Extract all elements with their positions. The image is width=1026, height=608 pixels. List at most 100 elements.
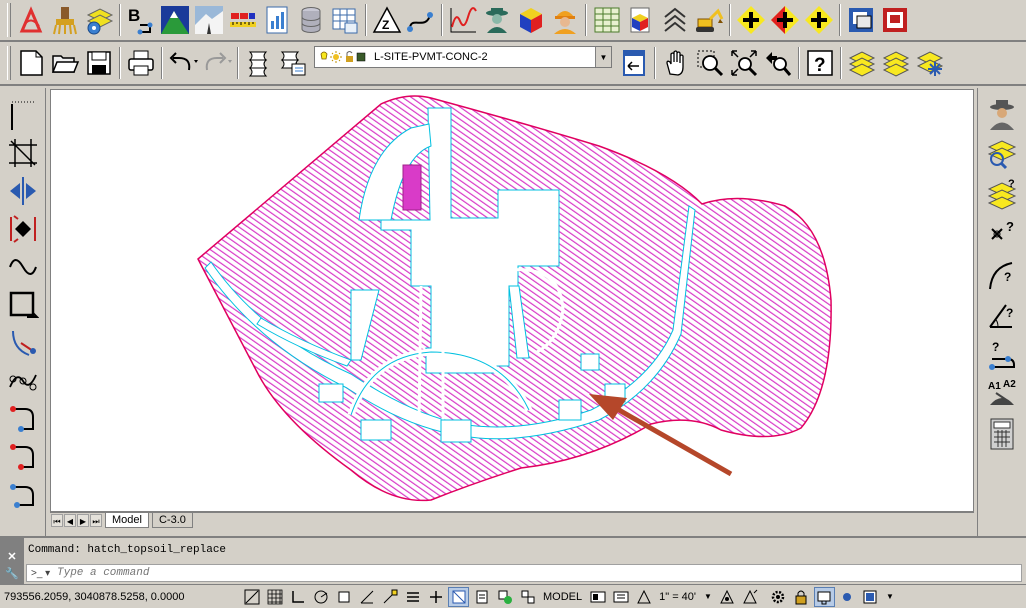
layer-yellow-2-icon[interactable] bbox=[880, 46, 912, 80]
model-space-canvas[interactable]: ◈ ◎ ✋ ✕ ✥ ▣ bbox=[50, 89, 974, 512]
grid-table-icon[interactable] bbox=[591, 3, 623, 37]
infer-constraints-icon[interactable] bbox=[241, 587, 262, 607]
database-icon[interactable] bbox=[295, 3, 327, 37]
pdf-icon[interactable] bbox=[15, 3, 47, 37]
layer-yellow-icon[interactable] bbox=[846, 46, 878, 80]
layer-snowflake-icon[interactable] bbox=[914, 46, 946, 80]
stack-arrow-icon[interactable] bbox=[659, 3, 691, 37]
model-space-toggle[interactable]: MODEL bbox=[543, 591, 582, 603]
selection-cycling-icon[interactable] bbox=[471, 587, 492, 607]
offset-icon[interactable] bbox=[5, 325, 41, 361]
worker-icon[interactable] bbox=[549, 3, 581, 37]
auto-scale-icon[interactable] bbox=[740, 587, 761, 607]
zoom-window-icon[interactable] bbox=[694, 46, 726, 80]
redo-icon[interactable] bbox=[201, 46, 233, 80]
profile-chart-icon[interactable] bbox=[447, 3, 479, 37]
layer-query-icon[interactable]: ? bbox=[984, 175, 1020, 213]
dynamic-input-icon[interactable] bbox=[425, 587, 446, 607]
wrench-icon[interactable]: 🔧 bbox=[0, 567, 24, 580]
add-yellow-2-icon[interactable] bbox=[803, 3, 835, 37]
ruler-icon[interactable] bbox=[227, 3, 259, 37]
polyline-query-icon[interactable]: ? bbox=[984, 335, 1020, 373]
calculator-icon[interactable] bbox=[984, 415, 1020, 453]
undo-icon[interactable] bbox=[167, 46, 199, 80]
close-icon[interactable]: ✕ bbox=[0, 550, 24, 563]
workspace-gear-icon[interactable] bbox=[768, 587, 789, 607]
stretch-icon[interactable] bbox=[5, 211, 41, 247]
line-icon[interactable] bbox=[5, 97, 41, 133]
terrain-icon[interactable] bbox=[159, 3, 191, 37]
arc-query-icon[interactable]: ? bbox=[984, 255, 1020, 293]
clean-screen-icon[interactable] bbox=[860, 587, 881, 607]
join-curve-icon[interactable] bbox=[5, 363, 41, 399]
excavator-icon[interactable] bbox=[693, 3, 725, 37]
object-snap-icon[interactable] bbox=[379, 587, 400, 607]
fillet-red-icon[interactable] bbox=[5, 439, 41, 475]
fillet-arc-icon[interactable] bbox=[5, 477, 41, 513]
annotation-scale-value[interactable]: 1" = 40' bbox=[659, 591, 696, 603]
layer-walk-icon[interactable] bbox=[984, 135, 1020, 173]
object-snap-tracking-icon[interactable] bbox=[356, 587, 377, 607]
new-file-icon[interactable] bbox=[15, 46, 47, 80]
road-icon[interactable] bbox=[193, 3, 225, 37]
quick-view-layouts-icon[interactable] bbox=[587, 587, 608, 607]
isodraft-icon[interactable] bbox=[333, 587, 354, 607]
open-folder-icon[interactable] bbox=[49, 46, 81, 80]
gear-layers-icon[interactable] bbox=[83, 3, 115, 37]
pan-hand-icon[interactable] bbox=[660, 46, 692, 80]
cube-icon[interactable] bbox=[515, 3, 547, 37]
units-icon[interactable] bbox=[517, 587, 538, 607]
hardware-acceleration-icon[interactable] bbox=[813, 586, 835, 607]
command-line-handle[interactable]: ✕ 🔧 bbox=[0, 538, 24, 584]
annotation-visibility-icon[interactable] bbox=[717, 587, 738, 607]
plot-printer-icon[interactable] bbox=[125, 46, 157, 80]
window-red-icon[interactable] bbox=[879, 3, 911, 37]
add-yellow-icon[interactable] bbox=[735, 3, 767, 37]
tab-model[interactable]: Model bbox=[105, 513, 149, 528]
lineweight-icon[interactable] bbox=[402, 587, 423, 607]
window-cascade-icon[interactable] bbox=[845, 3, 877, 37]
ortho-mode-icon[interactable] bbox=[287, 587, 308, 607]
cleanup-icon[interactable] bbox=[49, 3, 81, 37]
zoom-extents-icon[interactable] bbox=[728, 46, 760, 80]
chevron-down-icon[interactable]: ▼ bbox=[704, 592, 712, 601]
block-edit-icon[interactable]: B bbox=[125, 3, 157, 37]
next-tab-button[interactable]: ▶ bbox=[77, 514, 89, 527]
curve-tool-icon[interactable] bbox=[405, 3, 437, 37]
grid-display-icon[interactable] bbox=[264, 587, 285, 607]
command-input[interactable] bbox=[57, 567, 957, 579]
first-tab-button[interactable]: ⏮ bbox=[51, 514, 63, 527]
status-menu-chevron-icon[interactable]: ▼ bbox=[886, 592, 894, 601]
annotation-scale-icon[interactable] bbox=[633, 587, 654, 607]
quick-view-drawings-icon[interactable] bbox=[610, 587, 631, 607]
previous-tab-button[interactable]: ◀ bbox=[64, 514, 76, 527]
zoom-previous-icon[interactable] bbox=[762, 46, 794, 80]
annotation-monitor-icon[interactable] bbox=[494, 587, 515, 607]
quick-properties-icon[interactable] bbox=[448, 586, 469, 607]
command-prompt-icon[interactable]: >_ ▾ bbox=[27, 568, 57, 579]
polyline-icon[interactable] bbox=[5, 287, 41, 323]
report-icon[interactable] bbox=[261, 3, 293, 37]
spreadsheet-icon[interactable] bbox=[329, 3, 361, 37]
last-tab-button[interactable]: ⏭ bbox=[90, 514, 102, 527]
toolbar-grip[interactable] bbox=[7, 46, 11, 80]
help-icon[interactable]: ? bbox=[804, 46, 836, 80]
area-query-icon[interactable]: A1 A2 bbox=[984, 375, 1020, 413]
layer-states-icon[interactable] bbox=[277, 46, 309, 80]
spy-agent-icon[interactable] bbox=[984, 95, 1020, 133]
polar-tracking-icon[interactable] bbox=[310, 587, 331, 607]
spline-icon[interactable] bbox=[5, 249, 41, 285]
chevron-down-icon[interactable]: ▼ bbox=[595, 47, 611, 67]
toolbar-grip[interactable] bbox=[7, 3, 11, 37]
make-current-icon[interactable] bbox=[618, 46, 650, 80]
isolate-objects-icon[interactable] bbox=[837, 587, 858, 607]
zoom-z-icon[interactable]: Z bbox=[371, 3, 403, 37]
coordinate-readout[interactable]: 793556.2059, 3040878.5258, 0.0000 bbox=[0, 591, 240, 603]
spy-icon[interactable] bbox=[481, 3, 513, 37]
id-point-icon[interactable]: ? bbox=[984, 215, 1020, 253]
layer-dropdown[interactable]: L-SITE-PVMT-CONC-2 ▼ bbox=[314, 46, 612, 68]
add-red-icon[interactable] bbox=[769, 3, 801, 37]
angle-query-icon[interactable]: ? bbox=[984, 295, 1020, 333]
fillet-blue-icon[interactable] bbox=[5, 401, 41, 437]
construction-line-icon[interactable] bbox=[5, 135, 41, 171]
